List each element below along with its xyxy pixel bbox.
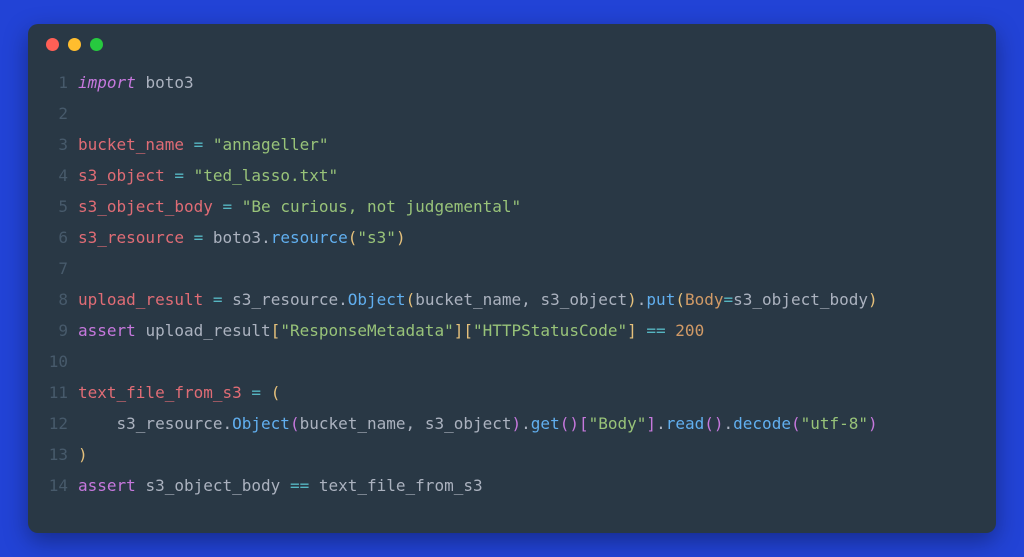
zoom-icon[interactable] <box>90 38 103 51</box>
code-window: 1 import boto3 2 3 bucket_name = "annage… <box>28 24 996 533</box>
code-line: 7 <box>38 253 974 284</box>
keyword-import: import <box>78 73 136 92</box>
var-bucket-name: bucket_name <box>78 135 184 154</box>
line-number: 1 <box>38 67 68 98</box>
line-number: 7 <box>38 253 68 284</box>
code-line: 11 text_file_from_s3 = ( <box>38 377 974 408</box>
close-icon[interactable] <box>46 38 59 51</box>
line-number: 11 <box>38 377 68 408</box>
line-number: 9 <box>38 315 68 346</box>
code-line: 3 bucket_name = "annageller" <box>38 129 974 160</box>
line-number: 8 <box>38 284 68 315</box>
code-line: 6 s3_resource = boto3.resource("s3") <box>38 222 974 253</box>
code-line: 14 assert s3_object_body == text_file_fr… <box>38 470 974 501</box>
string-literal: "annageller" <box>213 135 329 154</box>
code-line: 12 s3_resource.Object(bucket_name, s3_ob… <box>38 408 974 439</box>
line-number: 12 <box>38 408 68 439</box>
code-line: 2 <box>38 98 974 129</box>
code-line: 1 import boto3 <box>38 67 974 98</box>
code-line: 9 assert upload_result["ResponseMetadata… <box>38 315 974 346</box>
code-line: 5 s3_object_body = "Be curious, not judg… <box>38 191 974 222</box>
line-number: 6 <box>38 222 68 253</box>
code-line: 10 <box>38 346 974 377</box>
code-editor[interactable]: 1 import boto3 2 3 bucket_name = "annage… <box>28 61 996 501</box>
module-boto3: boto3 <box>145 73 193 92</box>
line-number: 3 <box>38 129 68 160</box>
line-number: 4 <box>38 160 68 191</box>
line-number: 5 <box>38 191 68 222</box>
minimize-icon[interactable] <box>68 38 81 51</box>
code-line: 8 upload_result = s3_resource.Object(buc… <box>38 284 974 315</box>
line-number: 2 <box>38 98 68 129</box>
code-line: 4 s3_object = "ted_lasso.txt" <box>38 160 974 191</box>
line-number: 10 <box>38 346 68 377</box>
code-line: 13 ) <box>38 439 974 470</box>
line-number: 14 <box>38 470 68 501</box>
window-controls <box>28 38 996 61</box>
line-number: 13 <box>38 439 68 470</box>
